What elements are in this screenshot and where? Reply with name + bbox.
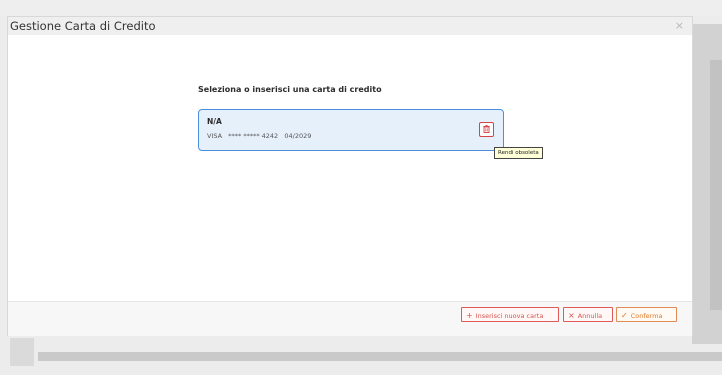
cancel-button[interactable]: × Annulla (563, 307, 613, 322)
confirm-button[interactable]: ✓ Conferma (616, 307, 677, 322)
trash-icon (483, 125, 490, 133)
background-strip (10, 338, 34, 366)
card-details: VISA **** ***** 4242 04/2029 (207, 132, 312, 140)
tooltip: Rendi obsoleta (494, 147, 543, 159)
background-topbar (0, 0, 722, 16)
confirm-label: Conferma (630, 312, 663, 320)
add-card-label: Inserisci nuova carta (475, 312, 544, 320)
credit-card-dialog: Gestione Carta di Credito × Seleziona o … (8, 17, 692, 336)
dialog-footer: + Inserisci nuova carta × Annulla ✓ Conferm… (8, 301, 692, 336)
x-icon: × (568, 311, 575, 320)
check-icon: ✓ (621, 311, 628, 320)
dialog-title: Gestione Carta di Credito (10, 19, 156, 33)
background-bar (38, 352, 722, 361)
dialog-header: Gestione Carta di Credito × (8, 17, 692, 35)
close-icon[interactable]: × (675, 19, 684, 33)
add-card-button[interactable]: + Inserisci nuova carta (461, 307, 559, 322)
plus-icon: + (466, 311, 473, 320)
background-panel-edge (710, 60, 722, 310)
section-title: Seleziona o inserisci una carta di credi… (198, 85, 382, 94)
credit-card-item[interactable]: N/A VISA **** ***** 4242 04/2029 (198, 109, 504, 151)
dialog-body: Seleziona o inserisci una carta di credi… (8, 35, 692, 301)
delete-card-button[interactable] (479, 122, 494, 137)
card-name: N/A (207, 117, 222, 126)
cancel-label: Annulla (577, 312, 603, 320)
